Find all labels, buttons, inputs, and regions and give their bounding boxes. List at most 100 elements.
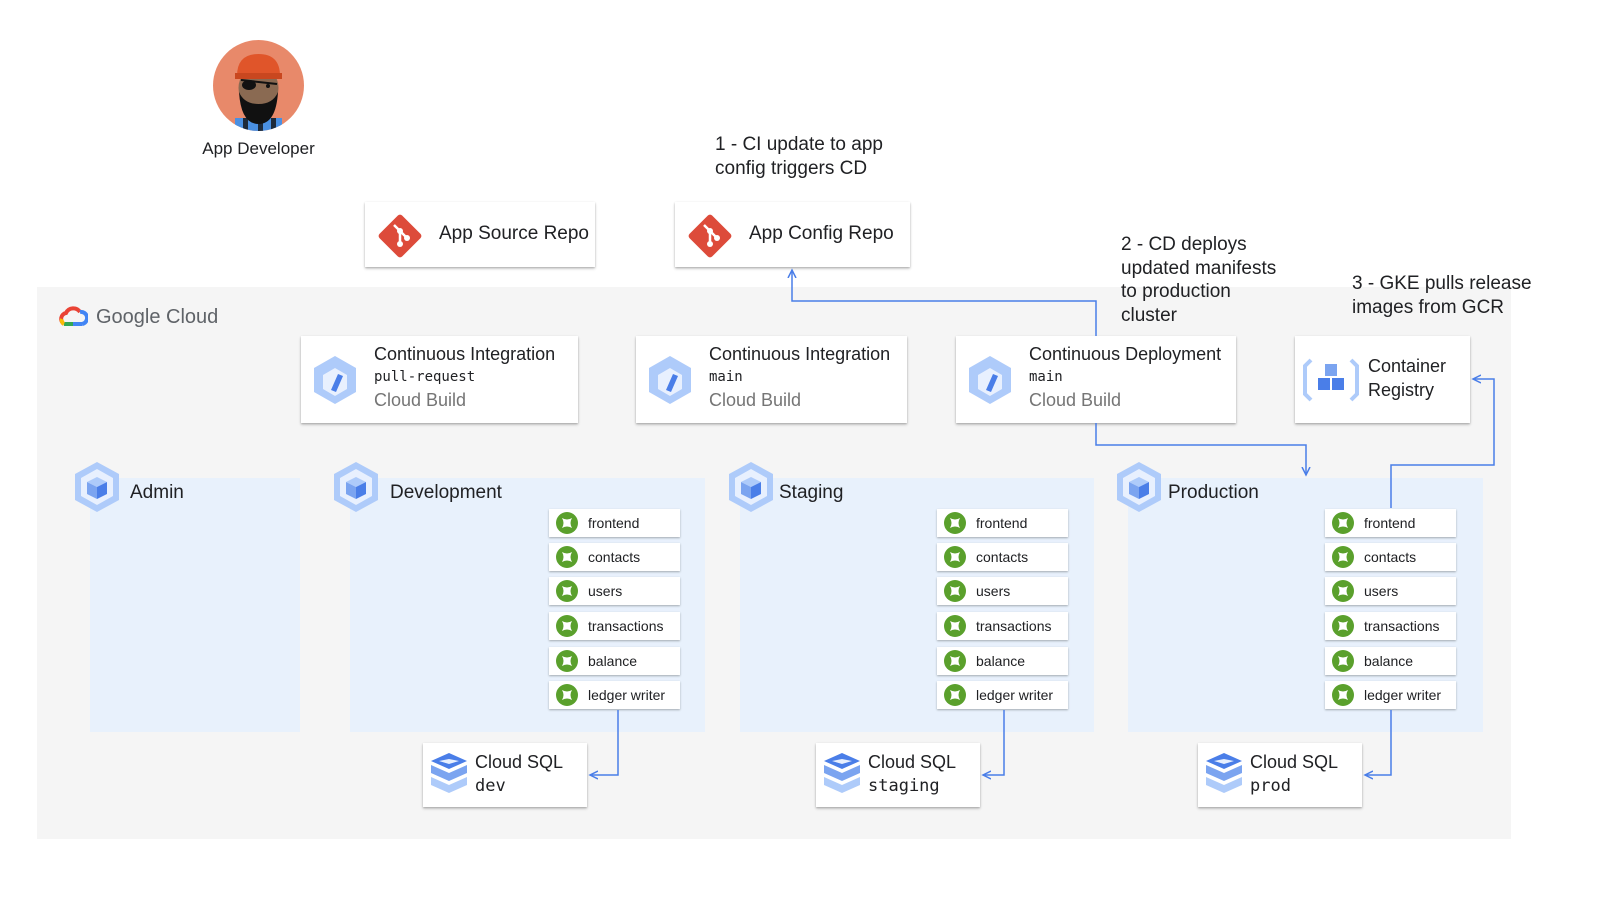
kubernetes-pod-icon <box>944 650 966 672</box>
service-label: ledger writer <box>1364 687 1442 703</box>
kubernetes-pod-icon <box>1332 684 1354 706</box>
kubernetes-pod-icon <box>556 615 578 637</box>
google-cloud-logo: Google Cloud <box>58 305 218 329</box>
annotation-line: updated manifests <box>1121 257 1277 279</box>
build-title: Continuous Integration <box>709 344 891 364</box>
annotation-line: 2 - CD deploys <box>1121 234 1247 255</box>
service-item[interactable]: ledger writer <box>1325 681 1456 709</box>
kubernetes-pod-icon <box>556 546 578 568</box>
cloud-sql-icon <box>1206 753 1242 793</box>
service-label: ledger writer <box>976 687 1054 703</box>
cloud-sql-prod-card[interactable]: Cloud SQL prod <box>1198 743 1362 807</box>
annotation-line: to production <box>1121 281 1231 302</box>
env-label-admin: Admin <box>130 482 184 503</box>
annotation-line: cluster <box>1121 304 1177 326</box>
kubernetes-pod-icon <box>1332 650 1354 672</box>
service-item[interactable]: ledger writer <box>549 681 680 709</box>
service-item[interactable]: users <box>937 577 1068 605</box>
app-config-repo-card[interactable]: App Config Repo <box>675 202 910 267</box>
kubernetes-pod-icon <box>944 580 966 602</box>
service-item[interactable]: balance <box>1325 647 1456 675</box>
service-label: users <box>1364 583 1399 599</box>
service-item[interactable]: frontend <box>1325 509 1456 537</box>
annotation-line: config triggers CD <box>715 157 868 179</box>
service-label: transactions <box>976 618 1052 634</box>
repo-label: App Config Repo <box>749 223 894 244</box>
kubernetes-pod-icon <box>556 580 578 602</box>
service-label: balance <box>588 653 638 669</box>
kubernetes-pod-icon <box>1332 512 1354 534</box>
build-product: Cloud Build <box>709 390 802 410</box>
repo-label: App Source Repo <box>439 223 589 244</box>
kubernetes-pod-icon <box>944 546 966 568</box>
kubernetes-pod-icon <box>944 615 966 637</box>
kubernetes-pod-icon <box>556 650 578 672</box>
build-branch: main <box>1029 369 1063 385</box>
cloud-build-icon <box>649 356 691 404</box>
service-label: contacts <box>1364 549 1417 565</box>
service-item[interactable]: transactions <box>937 612 1068 640</box>
env-label-staging: Staging <box>779 482 844 503</box>
registry-title-line: Container <box>1368 356 1447 376</box>
service-label: frontend <box>976 515 1028 531</box>
db-product: Cloud SQL <box>475 752 564 772</box>
service-label: balance <box>976 653 1026 669</box>
git-icon <box>378 214 422 258</box>
service-label: frontend <box>588 515 640 531</box>
env-label-development: Development <box>390 482 502 503</box>
git-icon <box>688 214 732 258</box>
service-item[interactable]: balance <box>937 647 1068 675</box>
gke-cluster-icon <box>331 460 381 519</box>
service-item[interactable]: contacts <box>937 543 1068 571</box>
annotation-line: 1 - CI update to app <box>715 134 883 155</box>
service-item[interactable]: contacts <box>549 543 680 571</box>
service-item[interactable]: users <box>549 577 680 605</box>
container-registry-icon <box>1303 358 1359 402</box>
ci-pull-request-card[interactable]: Continuous Integration pull-request Clou… <box>301 336 578 423</box>
service-item[interactable]: ledger writer <box>937 681 1068 709</box>
kubernetes-pod-icon <box>1332 615 1354 637</box>
service-item[interactable]: frontend <box>549 509 680 537</box>
ci-main-card[interactable]: Continuous Integration main Cloud Build <box>636 336 907 423</box>
google-cloud-logo-icon <box>59 306 88 326</box>
gke-cluster-icon <box>1114 460 1164 519</box>
kubernetes-pod-icon <box>944 512 966 534</box>
build-product: Cloud Build <box>1029 390 1122 410</box>
db-product: Cloud SQL <box>868 752 957 772</box>
kubernetes-pod-icon <box>1332 546 1354 568</box>
service-label: users <box>588 583 623 599</box>
service-label: frontend <box>1364 515 1416 531</box>
env-label-production: Production <box>1168 482 1259 503</box>
service-item[interactable]: balance <box>549 647 680 675</box>
gke-cluster-icon <box>726 460 776 519</box>
gke-cluster-icon <box>72 460 122 519</box>
service-item[interactable]: contacts <box>1325 543 1456 571</box>
build-branch: main <box>709 369 743 385</box>
db-instance: dev <box>475 776 506 796</box>
service-item[interactable]: users <box>1325 577 1456 605</box>
cloud-sql-staging-card[interactable]: Cloud SQL staging <box>816 743 980 807</box>
developer-avatar-icon <box>213 40 304 131</box>
actor-label: App Developer <box>202 139 315 158</box>
db-product: Cloud SQL <box>1250 752 1339 772</box>
cloud-sql-icon <box>824 753 860 793</box>
annotation-step-3: 3 - GKE pulls release images from GCR <box>1352 272 1532 319</box>
service-item[interactable]: transactions <box>1325 612 1456 640</box>
annotation-step-1: 1 - CI update to app config triggers CD <box>715 133 883 180</box>
db-instance: prod <box>1250 776 1291 796</box>
service-item[interactable]: transactions <box>549 612 680 640</box>
kubernetes-pod-icon <box>944 684 966 706</box>
annotation-line: images from GCR <box>1352 296 1505 318</box>
cd-main-card[interactable]: Continuous Deployment main Cloud Build <box>956 336 1236 423</box>
service-item[interactable]: frontend <box>937 509 1068 537</box>
cloud-sql-dev-card[interactable]: Cloud SQL dev <box>423 743 587 807</box>
build-branch: pull-request <box>374 369 476 385</box>
annotation-line: 3 - GKE pulls release <box>1352 273 1532 294</box>
build-title: Continuous Integration <box>374 344 556 364</box>
container-registry-card[interactable]: Container Registry <box>1295 336 1470 423</box>
service-label: transactions <box>1364 618 1440 634</box>
cloud-build-icon <box>314 356 356 404</box>
service-label: transactions <box>588 618 664 634</box>
service-label: contacts <box>976 549 1029 565</box>
app-source-repo-card[interactable]: App Source Repo <box>365 202 595 267</box>
